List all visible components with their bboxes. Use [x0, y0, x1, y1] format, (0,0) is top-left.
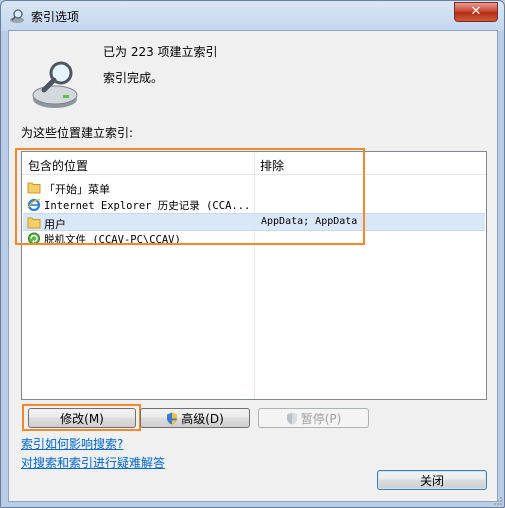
pause-label: 暂停(P)	[300, 412, 342, 426]
folder-icon	[27, 182, 41, 194]
title-bar[interactable]: 索引选项 ✕	[1, 1, 504, 30]
how-indexing-affects-search-link[interactable]: 索引如何影响搜索?	[21, 435, 123, 452]
advanced-label: 高级(D)	[181, 412, 224, 426]
location-excluded: AppData; AppData	[261, 216, 358, 227]
header-excluded[interactable]: 排除	[260, 157, 284, 174]
indexing-app-icon	[10, 9, 24, 23]
locations-list[interactable]: 包含的位置 排除 「开始」菜单 Internet Explorer 历史记录 (…	[21, 151, 487, 400]
close-button[interactable]: 关闭	[377, 470, 487, 490]
location-name: 脱机文件 (CCAV-PC\CCAV)	[44, 234, 181, 246]
header-included[interactable]: 包含的位置	[28, 157, 88, 174]
location-name: Internet Explorer 历史记录 (CCA...	[44, 200, 251, 212]
indexing-status-text: 索引完成。	[103, 71, 164, 85]
list-item[interactable]: 脱机文件 (CCAV-PC\CCAV)	[23, 230, 485, 247]
list-item[interactable]: Internet Explorer 历史记录 (CCA...	[23, 196, 485, 213]
uac-shield-icon	[167, 412, 178, 425]
uac-shield-icon	[286, 412, 297, 425]
troubleshoot-link[interactable]: 对搜索和索引进行疑难解答	[21, 454, 165, 471]
list-item[interactable]: 「开始」菜单	[23, 179, 485, 196]
folder-icon	[27, 217, 41, 229]
indexing-options-window: 索引选项 ✕ 已为 223 项建立索引 索引完成。 为这些位置建立索引: 包含的…	[0, 0, 505, 508]
window-title: 索引选项	[31, 10, 80, 24]
window-close-button[interactable]: ✕	[454, 2, 498, 22]
advanced-button[interactable]: 高级(D)	[140, 408, 250, 428]
list-item-selected[interactable]: 用户 AppData; AppData	[23, 213, 485, 231]
indexed-count-text: 已为 223 项建立索引	[103, 45, 218, 59]
pause-button[interactable]: 暂停(P)	[258, 408, 369, 428]
ie-icon	[27, 198, 41, 211]
dialog-body: 已为 223 项建立索引 索引完成。 为这些位置建立索引: 包含的位置 排除 「…	[8, 30, 498, 502]
magnifier-over-drive-icon	[32, 61, 78, 108]
location-name: 「开始」菜单	[44, 183, 110, 196]
resize-grip-icon[interactable]	[492, 495, 502, 505]
offline-files-icon	[28, 232, 40, 245]
modify-button[interactable]: 修改(M)	[28, 408, 136, 428]
locations-label: 为这些位置建立索引:	[21, 126, 134, 140]
